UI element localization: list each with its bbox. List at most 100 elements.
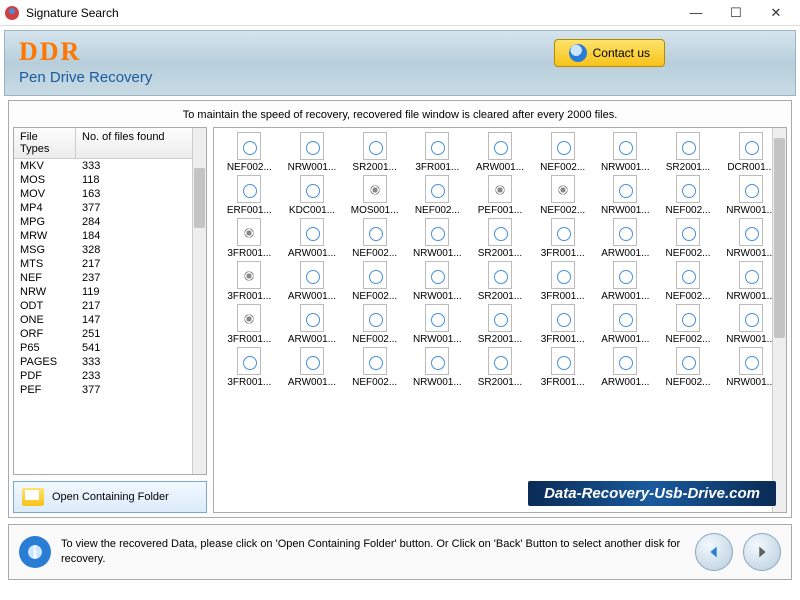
file-item[interactable]: ERF001... <box>220 175 279 216</box>
brand-bar: Data-Recovery-Usb-Drive.com <box>528 481 776 506</box>
file-item[interactable]: SR2001... <box>471 261 530 302</box>
close-button[interactable]: ✕ <box>756 0 796 26</box>
file-name: 3FR001... <box>537 334 589 345</box>
file-item[interactable]: 3FR001... <box>533 347 592 388</box>
table-row[interactable]: PAGES333 <box>14 355 206 369</box>
file-item[interactable]: ARW001... <box>283 218 342 259</box>
banner: DDR Pen Drive Recovery Contact us <box>4 30 796 96</box>
file-item[interactable]: ARW001... <box>283 304 342 345</box>
file-item[interactable]: 3FR001... <box>533 218 592 259</box>
file-item[interactable]: 3FR001... <box>533 261 592 302</box>
file-item[interactable]: NRW001... <box>596 175 655 216</box>
file-name: ARW001... <box>474 162 526 173</box>
file-item[interactable]: NEF002... <box>659 175 718 216</box>
table-scrollbar[interactable] <box>192 128 206 474</box>
table-row[interactable]: MOS118 <box>14 173 206 187</box>
file-icon <box>676 132 700 160</box>
file-name: NEF002... <box>411 205 463 216</box>
col-file-types[interactable]: File Types <box>14 128 76 158</box>
table-row[interactable]: MPG284 <box>14 215 206 229</box>
table-row[interactable]: MOV163 <box>14 187 206 201</box>
file-item[interactable]: MOS001... <box>345 175 404 216</box>
table-row[interactable]: NRW119 <box>14 285 206 299</box>
contact-us-button[interactable]: Contact us <box>554 39 665 67</box>
file-item[interactable]: NEF002... <box>408 175 467 216</box>
file-item[interactable]: NEF002... <box>220 132 279 173</box>
file-item[interactable]: NEF002... <box>659 304 718 345</box>
table-row[interactable]: P65541 <box>14 341 206 355</box>
table-row[interactable]: PEF377 <box>14 383 206 397</box>
file-item[interactable]: 3FR001... <box>220 347 279 388</box>
minimize-button[interactable]: — <box>676 0 716 26</box>
file-item[interactable]: 3FR001... <box>220 261 279 302</box>
file-item[interactable]: ARW001... <box>283 261 342 302</box>
file-item[interactable]: NEF002... <box>345 218 404 259</box>
file-item[interactable]: NRW001... <box>408 304 467 345</box>
cell-count: 284 <box>82 216 200 228</box>
scrollbar-thumb[interactable] <box>774 138 785 338</box>
table-row[interactable]: MTS217 <box>14 257 206 271</box>
table-row[interactable]: MKV333 <box>14 159 206 173</box>
next-button[interactable] <box>743 533 781 571</box>
file-icon <box>613 304 637 332</box>
file-item[interactable]: NEF002... <box>533 175 592 216</box>
file-name: KDC001... <box>286 205 338 216</box>
file-item[interactable]: ARW001... <box>283 347 342 388</box>
file-name: NEF002... <box>537 205 589 216</box>
file-item[interactable]: ARW001... <box>596 304 655 345</box>
file-item[interactable]: NRW001... <box>408 261 467 302</box>
table-row[interactable]: MP4377 <box>14 201 206 215</box>
file-item[interactable]: ARW001... <box>596 218 655 259</box>
file-item[interactable]: SR2001... <box>345 132 404 173</box>
cell-type: PEF <box>20 384 82 396</box>
table-row[interactable]: NEF237 <box>14 271 206 285</box>
back-button[interactable] <box>695 533 733 571</box>
file-icon <box>739 261 763 289</box>
file-item[interactable]: 3FR001... <box>533 304 592 345</box>
table-row[interactable]: MRW184 <box>14 229 206 243</box>
file-item[interactable]: NEF002... <box>659 347 718 388</box>
file-item[interactable]: NRW001... <box>596 132 655 173</box>
file-item[interactable]: NRW001... <box>408 218 467 259</box>
file-item[interactable]: 3FR001... <box>220 304 279 345</box>
file-icon <box>739 218 763 246</box>
scrollbar-thumb[interactable] <box>194 168 205 228</box>
table-row[interactable]: ODT217 <box>14 299 206 313</box>
file-icon <box>488 261 512 289</box>
file-item[interactable]: NEF002... <box>345 347 404 388</box>
file-item[interactable]: NEF002... <box>533 132 592 173</box>
file-item[interactable]: ARW001... <box>471 132 530 173</box>
maximize-button[interactable]: ☐ <box>716 0 756 26</box>
files-scrollbar[interactable] <box>772 128 786 512</box>
cell-type: ODT <box>20 300 82 312</box>
col-files-found[interactable]: No. of files found <box>76 128 206 158</box>
file-item[interactable]: NEF002... <box>659 261 718 302</box>
file-name: ARW001... <box>286 291 338 302</box>
file-item[interactable]: PEF001... <box>471 175 530 216</box>
window-title: Signature Search <box>26 6 676 20</box>
table-row[interactable]: ONE147 <box>14 313 206 327</box>
file-item[interactable]: 3FR001... <box>220 218 279 259</box>
table-row[interactable]: PDF233 <box>14 369 206 383</box>
file-item[interactable]: NRW001... <box>408 347 467 388</box>
file-item[interactable]: SR2001... <box>471 304 530 345</box>
file-name: NRW001... <box>725 334 777 345</box>
file-types-table: File Types No. of files found MKV333MOS1… <box>13 127 207 475</box>
file-icon <box>676 304 700 332</box>
file-item[interactable]: SR2001... <box>659 132 718 173</box>
file-item[interactable]: SR2001... <box>471 347 530 388</box>
file-item[interactable]: ARW001... <box>596 347 655 388</box>
file-item[interactable]: KDC001... <box>283 175 342 216</box>
file-item[interactable]: ARW001... <box>596 261 655 302</box>
file-item[interactable]: SR2001... <box>471 218 530 259</box>
file-icon <box>237 132 261 160</box>
open-containing-folder-button[interactable]: Open Containing Folder <box>13 481 207 513</box>
table-row[interactable]: ORF251 <box>14 327 206 341</box>
file-item[interactable]: NEF002... <box>345 304 404 345</box>
table-row[interactable]: MSG328 <box>14 243 206 257</box>
file-item[interactable]: NEF002... <box>659 218 718 259</box>
file-name: NRW001... <box>599 205 651 216</box>
file-item[interactable]: 3FR001... <box>408 132 467 173</box>
file-item[interactable]: NEF002... <box>345 261 404 302</box>
file-item[interactable]: NRW001... <box>283 132 342 173</box>
